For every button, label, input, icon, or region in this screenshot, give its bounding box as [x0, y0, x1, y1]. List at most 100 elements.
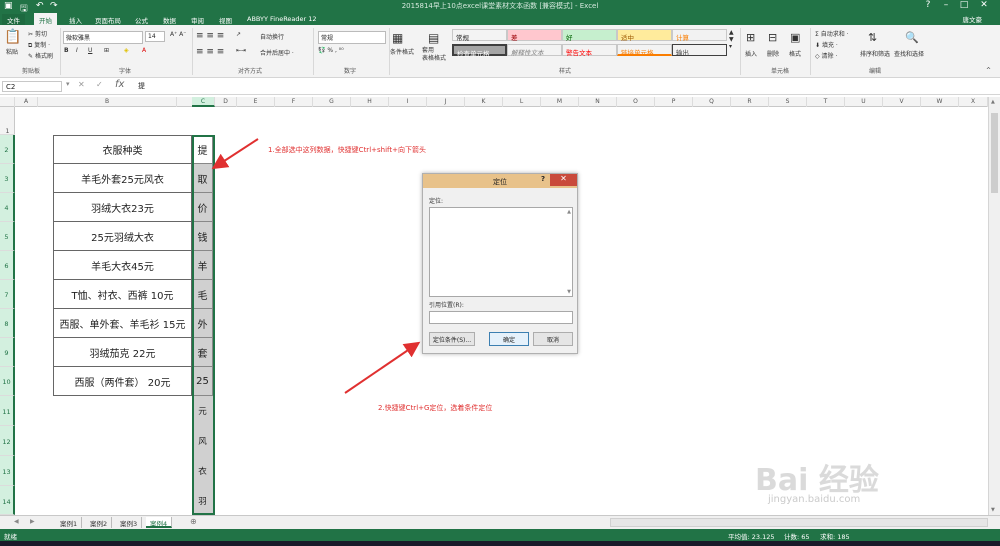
align-top-icon[interactable]: ≡ ≡ ≡ [196, 31, 224, 41]
redo-icon[interactable]: ↷ [50, 1, 58, 11]
reference-input[interactable] [429, 311, 573, 324]
row-header[interactable]: 6 [0, 251, 15, 280]
paste-icon[interactable]: 📋 [4, 29, 21, 45]
col-header[interactable]: Q [693, 97, 731, 107]
help-icon[interactable]: ? [920, 0, 936, 10]
insert-function-icon[interactable]: fx [115, 79, 124, 90]
conditional-format-button[interactable]: 条件格式 [390, 47, 414, 56]
border-icon[interactable]: ⊞ [104, 47, 109, 54]
fill-button[interactable]: ⬇ 填充 · [815, 40, 838, 49]
copy-button[interactable]: ⧉ 复制 · [28, 40, 50, 50]
wrap-text-button[interactable]: 自动换行 [260, 32, 284, 41]
row-header[interactable]: 2 [0, 135, 15, 164]
col-header[interactable]: G [313, 97, 351, 107]
row-header[interactable]: 5 [0, 222, 15, 251]
scroll-up-icon[interactable]: ▲ [991, 99, 995, 105]
styles-scroll-icon[interactable]: ▲ ▼ ▾ [729, 29, 734, 50]
orientation-icon[interactable]: ↗ [236, 31, 241, 38]
enter-icon[interactable]: ✓ [96, 80, 103, 89]
style-linked-cell[interactable]: 链接单元格 [617, 44, 672, 57]
row-header[interactable]: 11 [0, 396, 15, 426]
col-header[interactable]: B [38, 97, 177, 107]
col-header[interactable]: H [351, 97, 389, 107]
collapse-ribbon-icon[interactable]: ^ [986, 67, 991, 74]
col-header[interactable]: V [883, 97, 921, 107]
add-sheet-icon[interactable]: ⊕ [190, 517, 197, 526]
format-cells-button[interactable]: 格式 [789, 49, 801, 58]
underline-icon[interactable]: U [88, 47, 92, 54]
col-header[interactable]: P [655, 97, 693, 107]
clear-button[interactable]: ◇ 清除 · [815, 51, 837, 60]
row-header[interactable]: 14 [0, 486, 15, 515]
row-header[interactable]: 13 [0, 456, 15, 486]
conditional-format-icon[interactable]: ▦ [392, 31, 403, 45]
col-header[interactable]: U [845, 97, 883, 107]
cancel-button[interactable]: 取消 [533, 332, 573, 346]
style-output[interactable]: 输出 [672, 44, 727, 57]
style-bad[interactable]: 差 [507, 29, 562, 42]
scroll-down-icon[interactable]: ▼ [567, 289, 571, 295]
col-header[interactable]: O [617, 97, 655, 107]
select-all-corner[interactable] [0, 97, 15, 107]
row-header[interactable]: 8 [0, 309, 15, 338]
tab-abbyy[interactable]: ABBYY FineReader 12 [242, 14, 322, 24]
autosum-button[interactable]: Σ 自动求和 · [815, 29, 849, 38]
col-header[interactable]: A [15, 97, 38, 107]
col-header[interactable]: R [731, 97, 769, 107]
binoculars-icon[interactable]: 🔍 [905, 31, 919, 44]
style-neutral[interactable]: 适中 [617, 29, 672, 42]
paste-button[interactable]: 粘贴 [6, 47, 18, 56]
horizontal-scrollbar[interactable] [610, 518, 988, 527]
row-header[interactable]: 3 [0, 164, 15, 193]
style-explanatory[interactable]: 解释性文本 [507, 44, 562, 57]
row-header[interactable]: 4 [0, 193, 15, 222]
sort-filter-icon[interactable]: ⇅ [868, 31, 877, 44]
col-header[interactable]: I [389, 97, 427, 107]
maximize-icon[interactable]: □ [956, 0, 972, 10]
scroll-up-icon[interactable]: ▲ [567, 209, 571, 215]
format-painter-button[interactable]: ✎ 格式刷 [28, 51, 53, 60]
font-color-icon[interactable]: A [142, 47, 146, 54]
row-header[interactable]: 1 [0, 107, 15, 135]
next-sheet-icon[interactable]: ▶ [30, 518, 35, 525]
undo-icon[interactable]: ↶ [36, 1, 44, 11]
col-header[interactable]: W [921, 97, 959, 107]
delete-cells-button[interactable]: 删除 [767, 49, 779, 58]
number-format-select[interactable]: 常规 [318, 31, 386, 44]
user-name[interactable]: 唐文豪 [963, 14, 983, 24]
dialog-help-icon[interactable]: ? [541, 175, 545, 183]
sheet-tab[interactable]: 案例3 [116, 517, 143, 528]
col-header[interactable]: E [237, 97, 275, 107]
name-box[interactable]: C2 [2, 81, 62, 92]
goto-list[interactable]: ▲ ▼ [429, 207, 573, 297]
format-table-icon[interactable]: ▤ [428, 31, 439, 45]
indent-icon[interactable]: ⇤⇥ [236, 47, 246, 54]
col-header[interactable]: T [807, 97, 845, 107]
col-header[interactable]: C [192, 97, 215, 107]
currency-icon[interactable]: 💱 % , ⁰⁰ [318, 47, 344, 54]
style-check-cell[interactable]: 检查单元格 [452, 44, 507, 58]
scroll-thumb[interactable] [991, 113, 998, 193]
dialog-close-icon[interactable]: ✕ [550, 174, 577, 186]
col-header[interactable]: F [275, 97, 313, 107]
style-normal[interactable]: 常规 [452, 29, 507, 42]
style-good[interactable]: 好 [562, 29, 617, 42]
grow-font-icon[interactable]: A⁺ A⁻ [170, 31, 186, 38]
merge-center-button[interactable]: 合并后居中 · [260, 48, 294, 57]
delete-cells-icon[interactable]: ⊟ [768, 31, 777, 44]
insert-cells-icon[interactable]: ⊞ [746, 31, 755, 44]
sheet-tab[interactable]: 案例1 [56, 517, 83, 528]
style-warning[interactable]: 警告文本 [562, 44, 617, 57]
font-name-select[interactable]: 微软雅黑 [63, 31, 143, 44]
font-size-select[interactable]: 14 [145, 31, 165, 42]
col-header[interactable]: N [579, 97, 617, 107]
close-icon[interactable]: ✕ [976, 0, 992, 10]
cut-button[interactable]: ✂ 剪切 [28, 29, 47, 38]
format-table-button[interactable]: 套用 表格格式 [422, 47, 446, 63]
sheet-tab[interactable]: 案例2 [86, 517, 113, 528]
row-header[interactable]: 7 [0, 280, 15, 309]
col-header[interactable]: D [215, 97, 237, 107]
special-button[interactable]: 定位条件(S)... [429, 332, 475, 346]
sheet-tab[interactable]: 案例4 [146, 517, 173, 528]
cancel-icon[interactable]: ✕ [78, 80, 85, 89]
